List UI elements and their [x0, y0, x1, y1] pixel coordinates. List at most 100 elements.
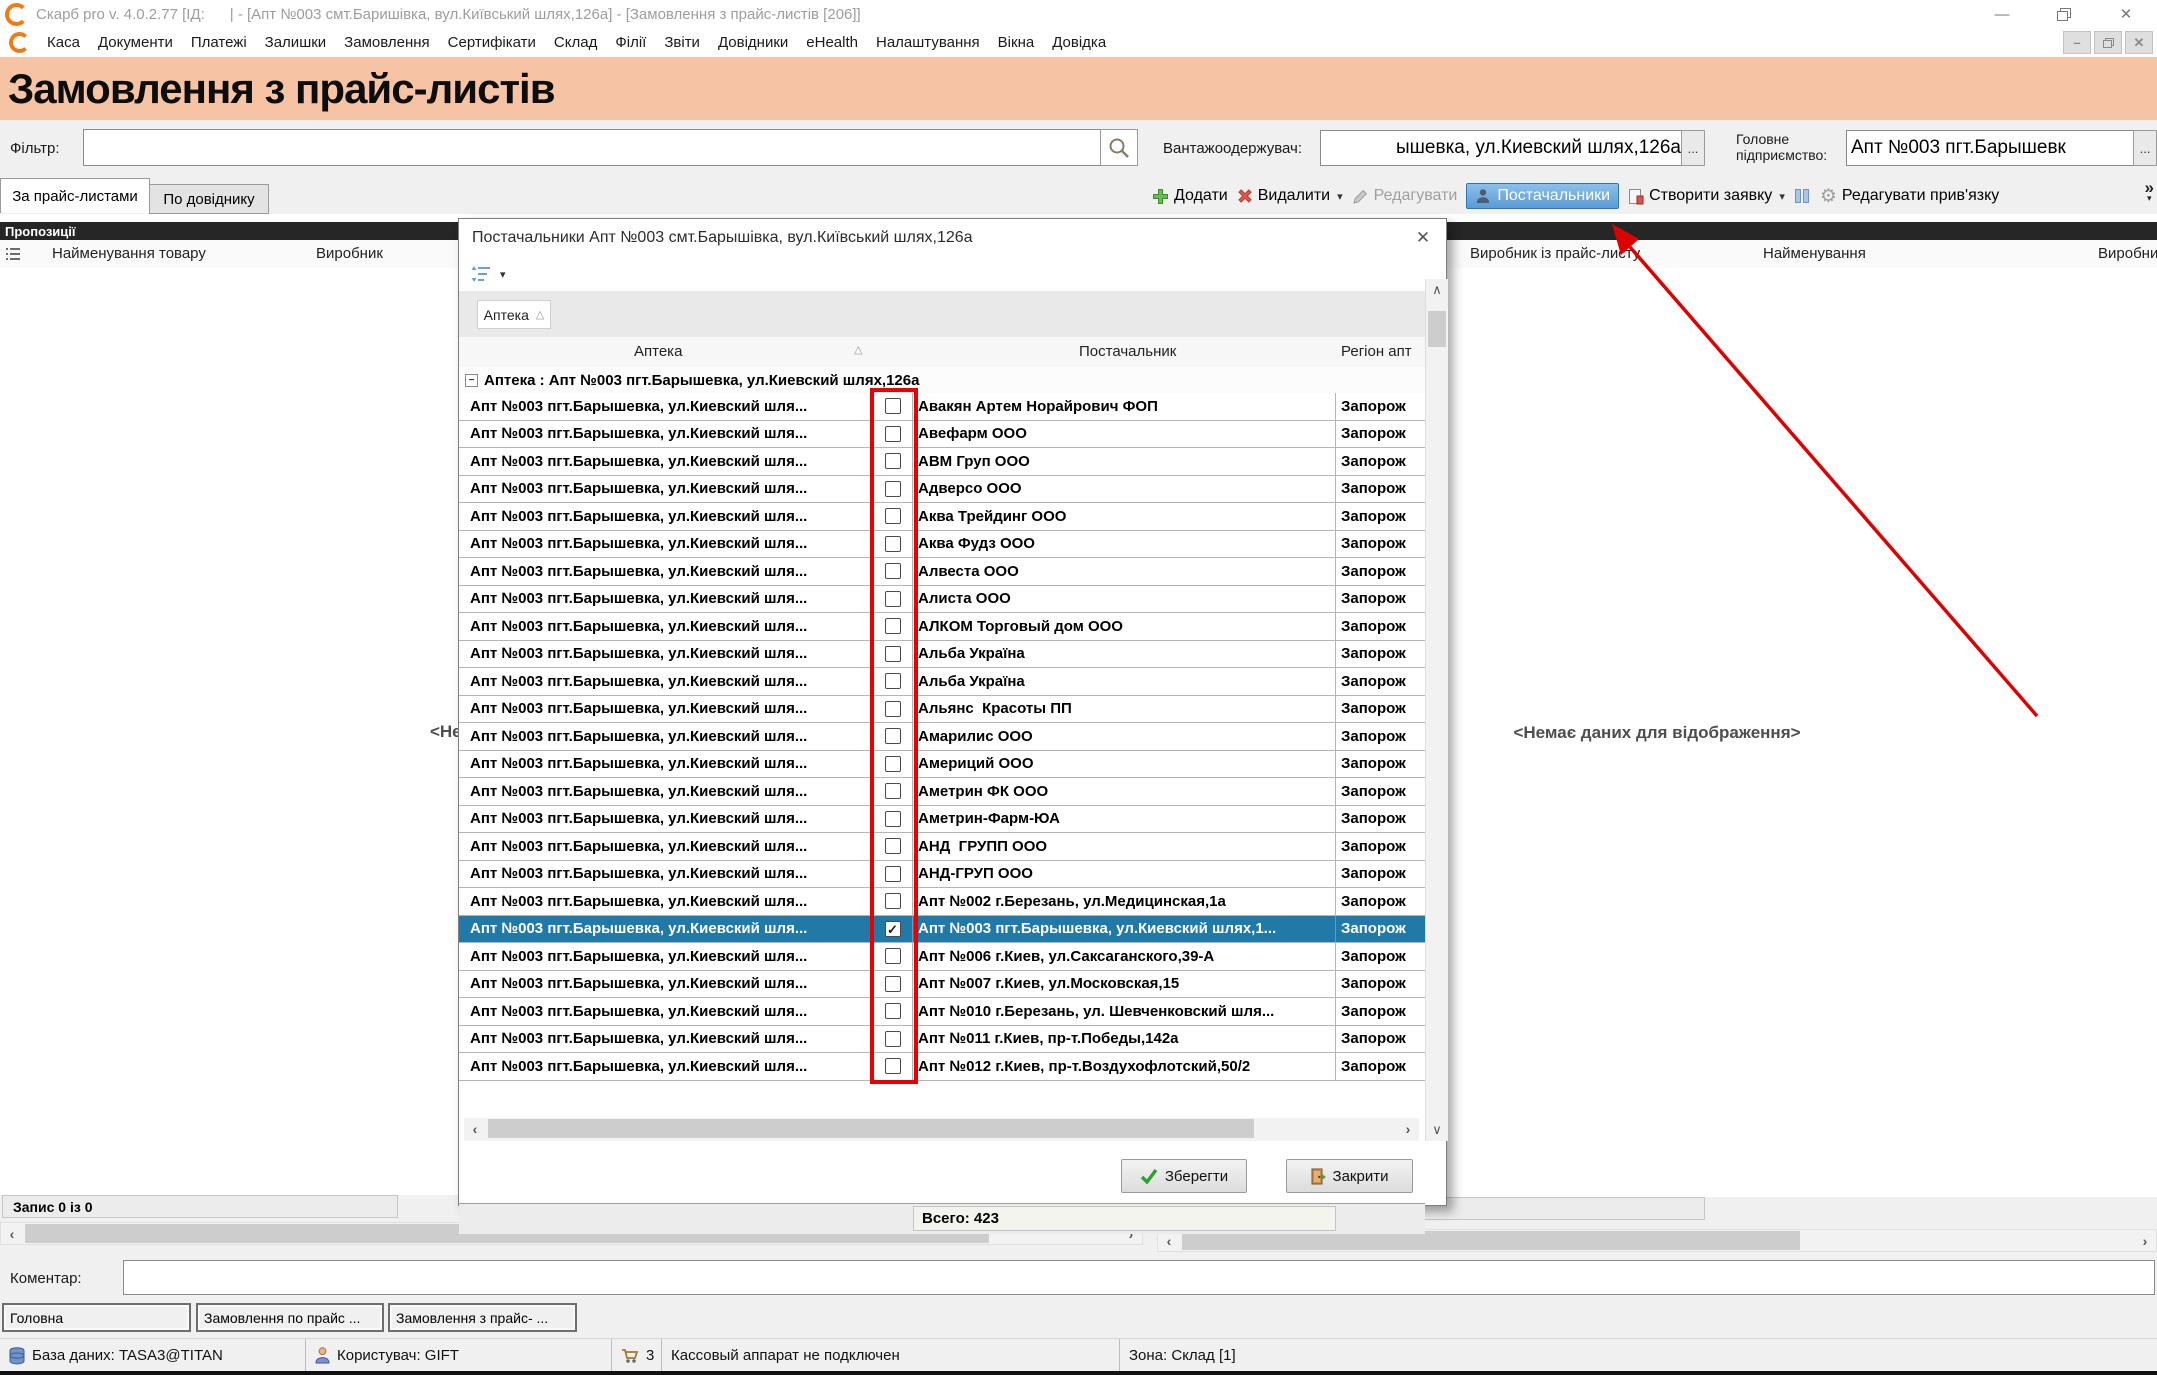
supplier-row[interactable]: Апт №003 пгт.Барышевка, ул.Киевский шля.… [459, 943, 1425, 971]
menu-item-11[interactable]: eHealth [797, 34, 867, 51]
scroll-right-icon[interactable]: › [1397, 1118, 1419, 1139]
grid-col-pharmacy[interactable]: Аптека [634, 343, 682, 360]
consignee-browse-button[interactable]: ... [1681, 130, 1705, 166]
scroll-left-icon[interactable]: ‹ [464, 1118, 486, 1139]
row-menu-icon[interactable] [5, 246, 21, 262]
group-chip-pharmacy[interactable]: Аптека △ [477, 300, 551, 329]
supplier-row[interactable]: Апт №003 пгт.Барышевка, ул.Киевский шля.… [459, 613, 1425, 641]
row-checkbox[interactable] [885, 508, 901, 524]
menu-item-9[interactable]: Звіти [655, 34, 709, 51]
add-button[interactable]: Додати [1152, 187, 1228, 205]
col-manufacturer[interactable]: Виробник [316, 245, 383, 262]
bottom-tab-orders-by-price[interactable]: Замовлення по прайс ... [196, 1303, 384, 1332]
menu-item-13[interactable]: Вікна [989, 34, 1044, 51]
supplier-row[interactable]: Апт №003 пгт.Барышевка, ул.Киевский шля.… [459, 668, 1425, 696]
menu-item-4[interactable]: Залишки [256, 34, 336, 51]
menu-item-1[interactable]: Каса [38, 34, 89, 51]
supplier-row[interactable]: Апт №003 пгт.Барышевка, ул.Киевский шля.… [459, 971, 1425, 999]
col-manufacturer-2[interactable]: Виробни [2098, 245, 2157, 262]
row-checkbox[interactable] [885, 783, 901, 799]
scroll-down-icon[interactable]: ∨ [1426, 1119, 1448, 1141]
row-checkbox[interactable] [885, 426, 901, 442]
tab-by-pricelists[interactable]: За прайс-листами [0, 178, 150, 213]
menu-item-2[interactable]: Документи [89, 34, 182, 51]
row-checkbox[interactable] [885, 893, 901, 909]
row-checkbox[interactable] [885, 838, 901, 854]
menu-item-12[interactable]: Налаштування [867, 34, 989, 51]
enterprise-browse-button[interactable]: ... [2133, 130, 2157, 166]
col-manufacturer-from-pricelist[interactable]: Виробник із прайс-листу [1470, 245, 1640, 262]
supplier-row[interactable]: Апт №003 пгт.Барышевка, ул.Киевский шля.… [459, 833, 1425, 861]
row-checkbox[interactable] [885, 618, 901, 634]
row-checkbox[interactable] [885, 591, 901, 607]
dropdown-arrow-icon[interactable]: ▾ [500, 268, 506, 281]
supplier-row[interactable]: Апт №003 пгт.Барышевка, ул.Киевский шля.… [459, 888, 1425, 916]
enterprise-input[interactable]: Апт №003 пгт.Барышевк [1846, 130, 2138, 166]
scroll-right-icon[interactable]: › [2134, 1230, 2156, 1251]
bottom-tab-orders-from-price[interactable]: Замовлення з прайс- ... [388, 1303, 577, 1332]
row-checkbox[interactable] [885, 728, 901, 744]
minimize-button[interactable]: — [1971, 0, 2033, 28]
row-checkbox[interactable] [885, 536, 901, 552]
dialog-horizontal-scrollbar[interactable]: ‹ › [464, 1118, 1419, 1141]
tab-by-directory[interactable]: По довіднику [149, 184, 269, 214]
group-row[interactable]: − Аптека : Апт №003 пгт.Барышевка, ул.Ки… [459, 367, 1425, 393]
save-button[interactable]: Зберегти [1121, 1159, 1247, 1193]
row-checkbox[interactable] [885, 1058, 901, 1074]
menu-item-6[interactable]: Сертифікати [439, 34, 545, 51]
row-checkbox[interactable] [885, 1031, 901, 1047]
menu-item-10[interactable]: Довідники [709, 34, 797, 51]
mdi-minimize-button[interactable]: – [2063, 31, 2091, 54]
supplier-row[interactable]: Апт №003 пгт.Барышевка, ул.Киевский шля.… [459, 448, 1425, 476]
supplier-row[interactable]: Апт №003 пгт.Барышевка, ул.Киевский шля.… [459, 751, 1425, 779]
suppliers-button[interactable]: Постачальники [1466, 183, 1619, 209]
comment-input[interactable] [123, 1260, 2155, 1295]
col-name[interactable]: Найменування [1763, 245, 1866, 262]
scroll-up-icon[interactable]: ∧ [1426, 279, 1448, 301]
bottom-tab-home[interactable]: Головна [2, 1303, 191, 1332]
row-checkbox[interactable] [885, 701, 901, 717]
row-checkbox[interactable] [885, 563, 901, 579]
supplier-row[interactable]: Апт №003 пгт.Барышевка, ул.Киевский шля.… [459, 916, 1425, 944]
row-checkbox[interactable] [885, 756, 901, 772]
filter-input[interactable] [83, 129, 1101, 166]
grid-col-supplier[interactable]: Постачальник [1079, 343, 1176, 360]
mdi-close-button[interactable]: ✕ [2125, 31, 2153, 54]
row-checkbox[interactable] [885, 398, 901, 414]
delete-button[interactable]: Видалити▾ [1237, 187, 1343, 205]
supplier-row[interactable]: Апт №003 пгт.Барышевка, ул.Киевский шля.… [459, 641, 1425, 669]
close-dialog-button[interactable]: Закрити [1286, 1159, 1413, 1193]
supplier-row[interactable]: Апт №003 пгт.Барышевка, ул.Киевский шля.… [459, 586, 1425, 614]
search-button[interactable] [1100, 129, 1138, 166]
supplier-row[interactable]: Апт №003 пгт.Барышевка, ул.Киевский шля.… [459, 503, 1425, 531]
row-checkbox[interactable] [885, 811, 901, 827]
row-checkbox[interactable] [885, 673, 901, 689]
col-product-name[interactable]: Найменування товару [52, 245, 206, 262]
supplier-row[interactable]: Апт №003 пгт.Барышевка, ул.Киевский шля.… [459, 531, 1425, 559]
row-checkbox[interactable] [885, 453, 901, 469]
supplier-row[interactable]: Апт №003 пгт.Барышевка, ул.Киевский шля.… [459, 723, 1425, 751]
scroll-left-icon[interactable]: ‹ [1, 1223, 23, 1244]
supplier-row[interactable]: Апт №003 пгт.Барышевка, ул.Киевский шля.… [459, 393, 1425, 421]
columns-button[interactable] [1794, 188, 1811, 204]
menu-item-5[interactable]: Замовлення [335, 34, 438, 51]
row-checkbox[interactable] [885, 1003, 901, 1019]
restore-button[interactable] [2033, 0, 2095, 28]
supplier-row[interactable]: Апт №003 пгт.Барышевка, ул.Киевский шля.… [459, 861, 1425, 889]
menu-item-8[interactable]: Філії [606, 34, 655, 51]
sort-list-icon[interactable] [471, 265, 491, 283]
consignee-input[interactable]: ышевка, ул.Киевский шлях,126а [1320, 130, 1684, 166]
supplier-row[interactable]: Апт №003 пгт.Барышевка, ул.Киевский шля.… [459, 778, 1425, 806]
supplier-row[interactable]: Апт №003 пгт.Барышевка, ул.Киевский шля.… [459, 476, 1425, 504]
dialog-close-button[interactable]: ✕ [1410, 226, 1436, 250]
supplier-row[interactable]: Апт №003 пгт.Барышевка, ул.Киевский шля.… [459, 1053, 1425, 1081]
supplier-row[interactable]: Апт №003 пгт.Барышевка, ул.Киевский шля.… [459, 421, 1425, 449]
supplier-row[interactable]: Апт №003 пгт.Барышевка, ул.Киевский шля.… [459, 1026, 1425, 1054]
menu-item-7[interactable]: Склад [545, 34, 606, 51]
supplier-row[interactable]: Апт №003 пгт.Барышевка, ул.Киевский шля.… [459, 806, 1425, 834]
row-checkbox[interactable] [885, 866, 901, 882]
close-button[interactable]: ✕ [2095, 0, 2157, 28]
row-checkbox[interactable]: ✓ [885, 921, 901, 937]
supplier-row[interactable]: Апт №003 пгт.Барышевка, ул.Киевский шля.… [459, 558, 1425, 586]
create-request-button[interactable]: Створити заявку▾ [1628, 187, 1785, 205]
